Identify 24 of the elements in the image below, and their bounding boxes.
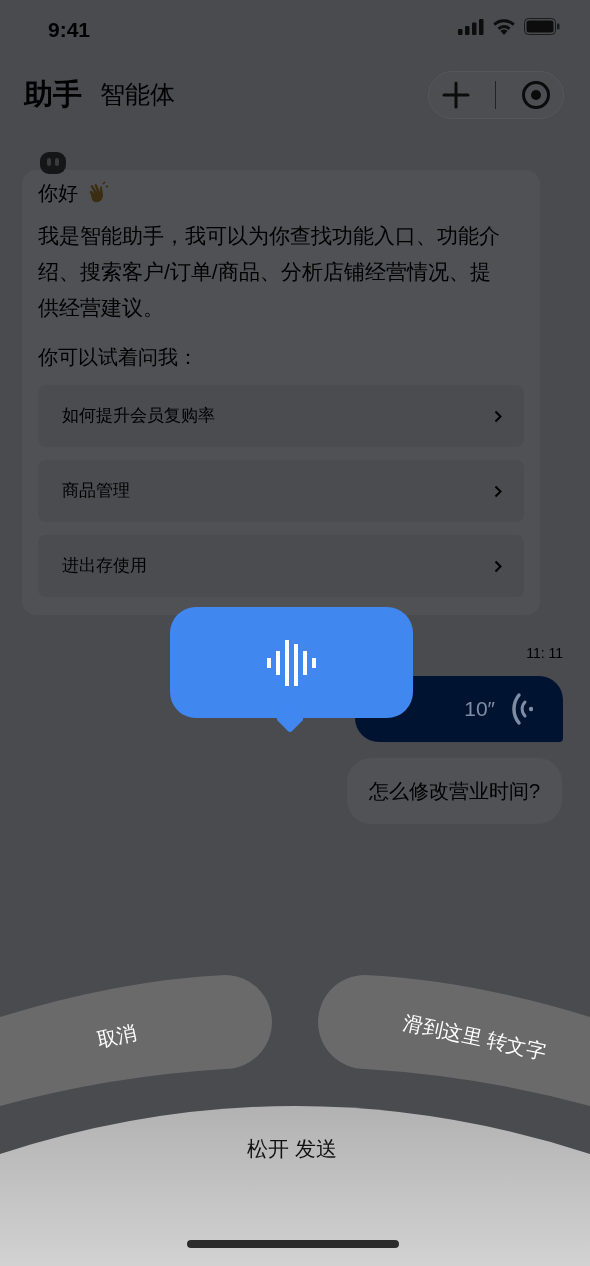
suggestion-item[interactable]: 如何提升会员复购率 [38, 385, 524, 447]
prompt-text: 你可以试着问我： [38, 345, 199, 370]
sound-wave-icon [266, 639, 317, 686]
header-tab[interactable]: 智能体 [100, 76, 175, 114]
battery-icon [524, 18, 560, 35]
status-time: 9:41 [48, 17, 91, 43]
release-send-area[interactable]: 松开 发送 [0, 1106, 590, 1266]
header-tab[interactable]: 助手 [24, 73, 82, 117]
voice-duration: 10″ [464, 696, 495, 723]
intro-paragraph: 我是智能助手，我可以为你查找功能入口、功能介绍、搜索客户/订单/商品、分析店铺经营情况、提供经营建议。 [38, 223, 501, 321]
plus-icon[interactable] [441, 81, 470, 109]
chevron-right-icon [494, 484, 502, 498]
greeting-text: 你好 [38, 181, 78, 206]
text-message-bubble: 怎么修改营业时间? [346, 758, 562, 824]
bot-avatar-icon [40, 152, 66, 174]
target-icon[interactable] [520, 80, 551, 110]
message-time: 11: 11 [525, 644, 564, 663]
suggestion-item[interactable]: 商品管理 [38, 460, 524, 522]
suggestion-item[interactable]: 进出存使用 [38, 535, 524, 597]
signal-icon [458, 18, 484, 35]
chevron-right-icon [494, 409, 502, 423]
wifi-icon [492, 18, 516, 35]
chevron-right-icon [494, 559, 502, 573]
voice-icon [511, 692, 533, 726]
